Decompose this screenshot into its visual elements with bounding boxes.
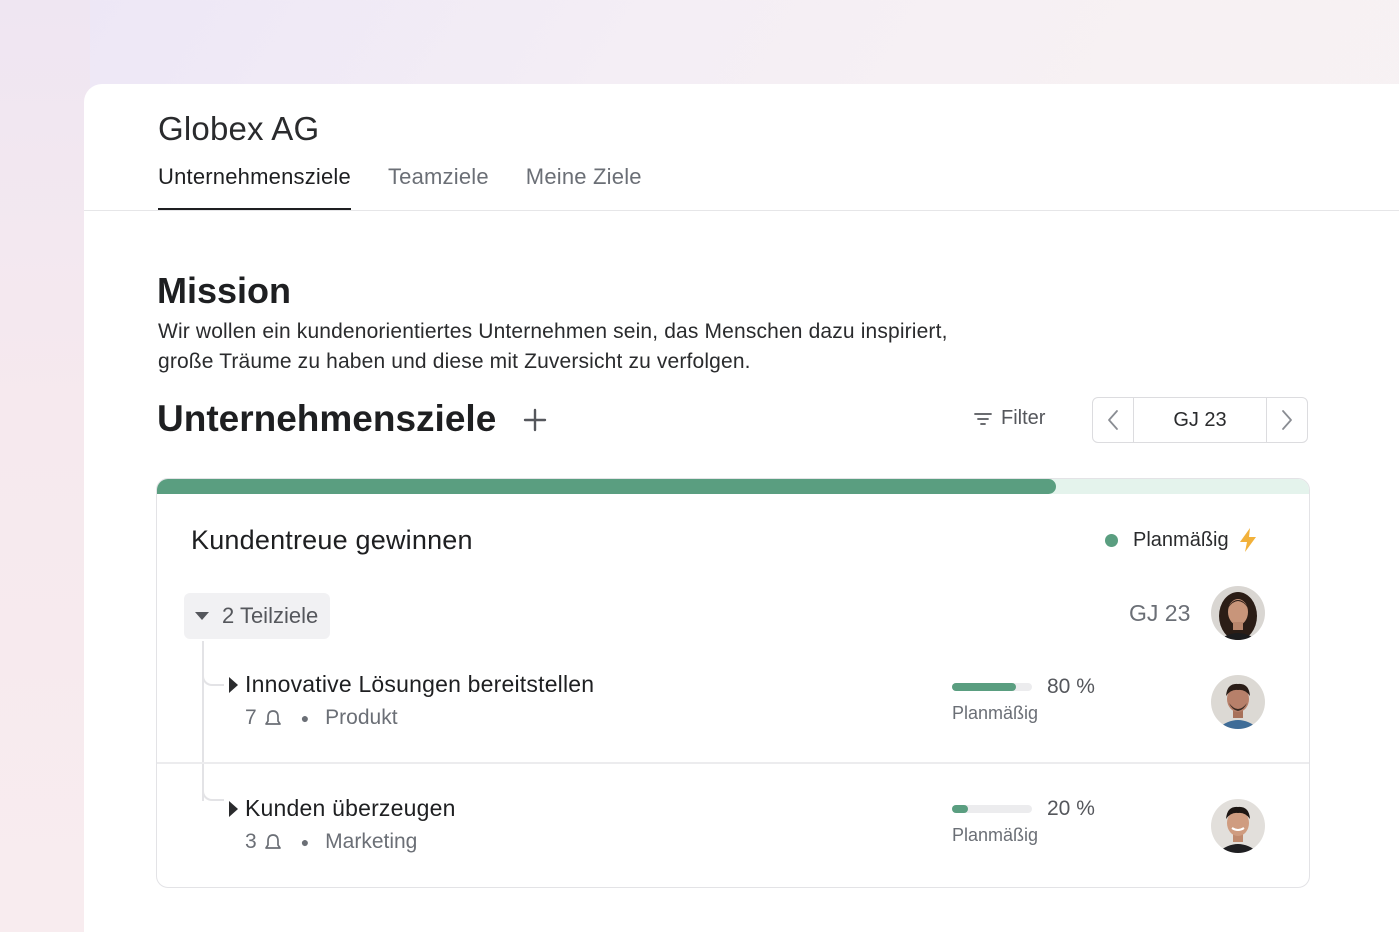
row-divider bbox=[157, 762, 1309, 764]
subgoal-status: Planmäßig bbox=[952, 825, 1039, 845]
tree-connector-1 bbox=[202, 674, 224, 686]
mission-text-line-2: große Träume zu haben und diese mit Zuve… bbox=[158, 350, 751, 373]
company-name: Globex AG bbox=[158, 110, 320, 147]
background-left bbox=[0, 0, 90, 932]
tab-bar: Unternehmensziele Teamziele Meine Ziele bbox=[158, 164, 679, 210]
subgoals-toggle-button[interactable]: 2 Teilziele bbox=[184, 593, 331, 639]
subgoals-label: 2 Teilziele bbox=[222, 603, 319, 628]
subgoal-status: Planmäßig bbox=[952, 703, 1039, 723]
subgoal-progress-track bbox=[952, 805, 1032, 813]
caret-down-icon bbox=[195, 612, 209, 620]
subgoal-progress-label: 20 % bbox=[1047, 797, 1095, 820]
status-dot bbox=[1105, 533, 1118, 547]
subgoal-progress-fill bbox=[952, 683, 1016, 691]
tab-meine-ziele[interactable]: Meine Ziele bbox=[526, 164, 642, 210]
chevron-left-icon bbox=[1108, 410, 1118, 430]
goal-card[interactable]: Kundentreue gewinnen Planmäßig 2 Teilzie… bbox=[156, 478, 1310, 888]
subgoal-row[interactable]: Kunden überzeugen 3 ● Marketing bbox=[227, 795, 456, 854]
tab-teamziele[interactable]: Teamziele bbox=[388, 164, 489, 210]
main-panel: Globex AG Unternehmensziele Teamziele Me… bbox=[84, 84, 1399, 932]
subgoal-progress-label: 80 % bbox=[1047, 675, 1095, 698]
tab-unternehmensziele[interactable]: Unternehmensziele bbox=[158, 164, 351, 210]
subgoal-title-text: Innovative Lösungen bereitstellen bbox=[245, 671, 595, 697]
subgoal-row[interactable]: Innovative Lösungen bereitstellen 7 ● Pr… bbox=[227, 671, 594, 730]
tabs-divider bbox=[84, 210, 1399, 211]
avatar-man-1 bbox=[1211, 675, 1265, 729]
subgoal-team: Marketing bbox=[325, 830, 418, 853]
tree-connector-2 bbox=[202, 787, 224, 801]
bell-icon bbox=[264, 710, 281, 725]
subgoal-avatar[interactable] bbox=[1211, 675, 1265, 729]
goal-status-label: Planmäßig bbox=[1133, 528, 1229, 551]
goal-status: Planmäßig bbox=[1105, 527, 1259, 553]
caret-right-icon bbox=[229, 800, 238, 817]
goal-progress-fill bbox=[157, 479, 1056, 494]
caret-right-icon bbox=[229, 676, 238, 693]
avatar-woman bbox=[1211, 586, 1265, 640]
owner-avatar[interactable] bbox=[1211, 586, 1265, 640]
mission-text-line-1: Wir wollen ein kundenorientiertes Untern… bbox=[158, 320, 948, 343]
mission-text: Wir wollen ein kundenorientiertes Untern… bbox=[158, 317, 1058, 377]
chevron-right-icon bbox=[1282, 410, 1292, 430]
filter-icon bbox=[974, 412, 992, 425]
goal-period: GJ 23 bbox=[1129, 600, 1191, 626]
goal-progress-track bbox=[157, 479, 1309, 494]
subgoal-title-text: Kunden überzeugen bbox=[245, 795, 456, 821]
subgoal-avatar[interactable] bbox=[1211, 799, 1265, 853]
plus-icon bbox=[523, 408, 547, 432]
subgoal-progress: 20 % Planmäßig bbox=[952, 797, 1095, 846]
subgoal-count: 7 bbox=[245, 706, 257, 729]
period-label[interactable]: GJ 23 bbox=[1134, 398, 1266, 442]
subgoal-progress-track bbox=[952, 683, 1032, 691]
add-goal-button[interactable] bbox=[520, 402, 550, 438]
subgoal-meta: 3 ● Marketing bbox=[245, 830, 456, 854]
goal-title[interactable]: Kundentreue gewinnen bbox=[191, 525, 473, 556]
mission-title: Mission bbox=[157, 270, 292, 311]
subgoal-meta: 7 ● Produkt bbox=[245, 706, 594, 730]
period-prev-button[interactable] bbox=[1093, 398, 1134, 442]
subgoal-count: 3 bbox=[245, 830, 257, 853]
filter-button[interactable]: Filter bbox=[974, 407, 1045, 430]
avatar-man-2 bbox=[1211, 799, 1265, 853]
lightning-icon bbox=[1239, 528, 1256, 552]
bell-icon bbox=[264, 834, 281, 849]
subgoal-team: Produkt bbox=[325, 706, 398, 729]
subgoal-progress: 80 % Planmäßig bbox=[952, 675, 1095, 724]
period-selector: GJ 23 bbox=[1092, 397, 1308, 443]
subgoal-title[interactable]: Kunden überzeugen bbox=[227, 795, 456, 822]
subgoal-progress-fill bbox=[952, 805, 968, 813]
meta-separator: ● bbox=[300, 834, 310, 850]
goals-section-title: Unternehmensziele bbox=[157, 398, 497, 439]
subgoal-title[interactable]: Innovative Lösungen bereitstellen bbox=[227, 671, 594, 698]
tree-line bbox=[202, 641, 204, 801]
filter-label: Filter bbox=[1001, 407, 1046, 429]
period-next-button[interactable] bbox=[1266, 398, 1307, 442]
meta-separator: ● bbox=[300, 710, 310, 726]
